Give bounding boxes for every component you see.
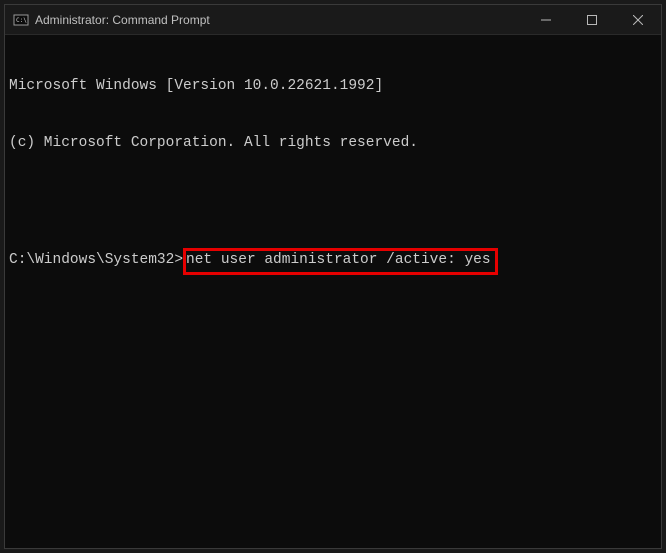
maximize-button[interactable] <box>569 5 615 34</box>
version-line: Microsoft Windows [Version 10.0.22621.19… <box>9 77 657 96</box>
cmd-icon: C:\ <box>13 12 29 28</box>
copyright-line: (c) Microsoft Corporation. All rights re… <box>9 134 657 153</box>
command-text: net user administrator /active: yes <box>186 252 491 268</box>
blank-line <box>9 191 657 210</box>
minimize-button[interactable] <box>523 5 569 34</box>
command-prompt-window: C:\ Administrator: Command Prompt Micros… <box>4 4 662 549</box>
titlebar-left: C:\ Administrator: Command Prompt <box>13 12 210 28</box>
svg-text:C:\: C:\ <box>16 17 27 24</box>
prompt-line: C:\Windows\System32>net user administrat… <box>9 248 657 275</box>
close-button[interactable] <box>615 5 661 34</box>
window-title: Administrator: Command Prompt <box>35 13 210 27</box>
window-controls <box>523 5 661 34</box>
titlebar[interactable]: C:\ Administrator: Command Prompt <box>5 5 661 35</box>
highlighted-command: net user administrator /active: yes <box>183 248 498 275</box>
prompt-path: C:\Windows\System32> <box>9 252 183 268</box>
terminal-body[interactable]: Microsoft Windows [Version 10.0.22621.19… <box>5 35 661 548</box>
